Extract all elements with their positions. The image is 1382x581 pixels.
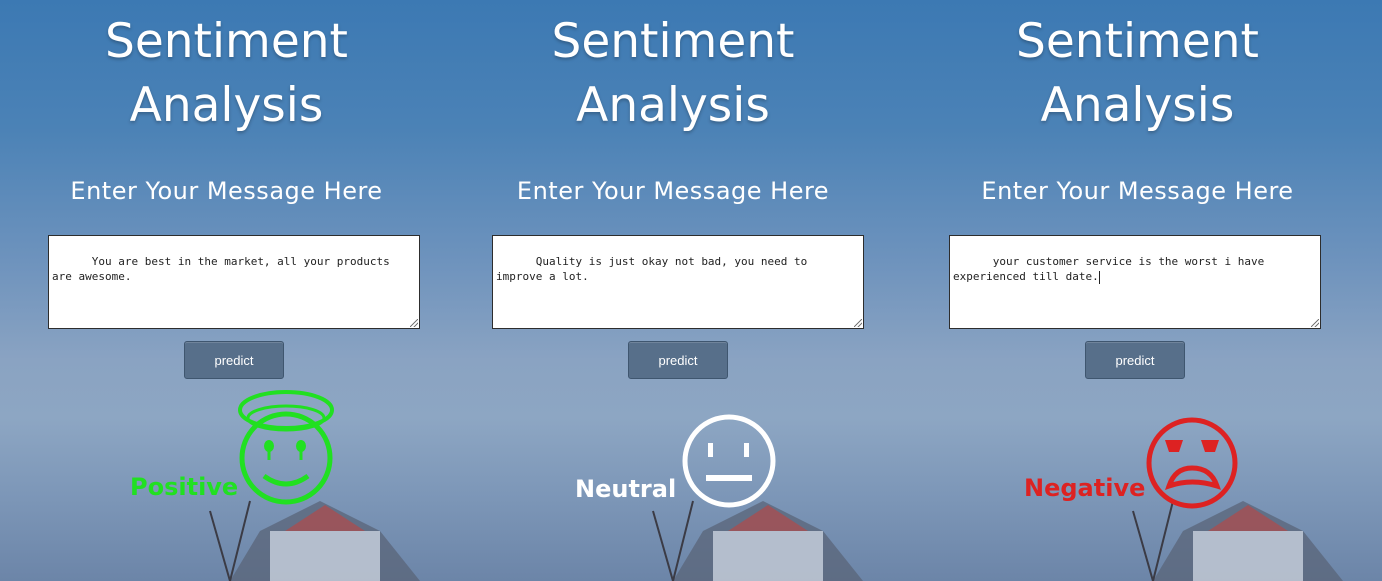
sad-face-icon <box>1146 417 1238 509</box>
title-line-1: Sentiment <box>105 14 348 69</box>
title-line-2: Analysis <box>1040 78 1235 133</box>
resize-grip-icon[interactable] <box>854 319 862 327</box>
page-title: Sentiment Analysis <box>0 10 453 138</box>
resize-grip-icon[interactable] <box>410 319 418 327</box>
message-text: Quality is just okay not bad, you need t… <box>496 255 814 283</box>
predict-button[interactable]: predict <box>184 341 284 379</box>
title-line-1: Sentiment <box>1016 14 1259 69</box>
result-label-positive: Positive <box>130 473 239 501</box>
text-cursor <box>1098 270 1100 284</box>
sentiment-panel-neutral: Sentiment Analysis Enter Your Message He… <box>453 0 893 581</box>
predict-button[interactable]: predict <box>1085 341 1185 379</box>
result-label-negative: Negative <box>1024 474 1146 502</box>
message-text: You are best in the market, all your pro… <box>52 255 397 283</box>
title-line-2: Analysis <box>129 78 324 133</box>
page-title: Sentiment Analysis <box>453 10 893 138</box>
message-textarea[interactable]: Quality is just okay not bad, you need t… <box>492 235 864 329</box>
resize-grip-icon[interactable] <box>1311 319 1319 327</box>
message-prompt: Enter Your Message Here <box>70 177 383 205</box>
sentiment-panel-negative: Sentiment Analysis Enter Your Message He… <box>893 0 1382 581</box>
result-label-neutral: Neutral <box>575 475 677 503</box>
message-textarea[interactable]: You are best in the market, all your pro… <box>48 235 420 329</box>
title-line-1: Sentiment <box>551 14 795 69</box>
message-prompt: Enter Your Message Here <box>516 177 830 205</box>
message-text: your customer service is the worst i hav… <box>953 255 1271 283</box>
happy-face-icon <box>238 390 334 505</box>
sentiment-panel-positive: Sentiment Analysis Enter Your Message He… <box>0 0 453 581</box>
message-prompt: Enter Your Message Here <box>981 177 1294 205</box>
predict-button[interactable]: predict <box>628 341 728 379</box>
message-textarea[interactable]: your customer service is the worst i hav… <box>949 235 1321 329</box>
neutral-face-icon <box>682 414 776 508</box>
page-title: Sentiment Analysis <box>893 10 1382 138</box>
title-line-2: Analysis <box>576 78 770 133</box>
screenshot-collage: Sentiment Analysis Enter Your Message He… <box>0 0 1382 581</box>
